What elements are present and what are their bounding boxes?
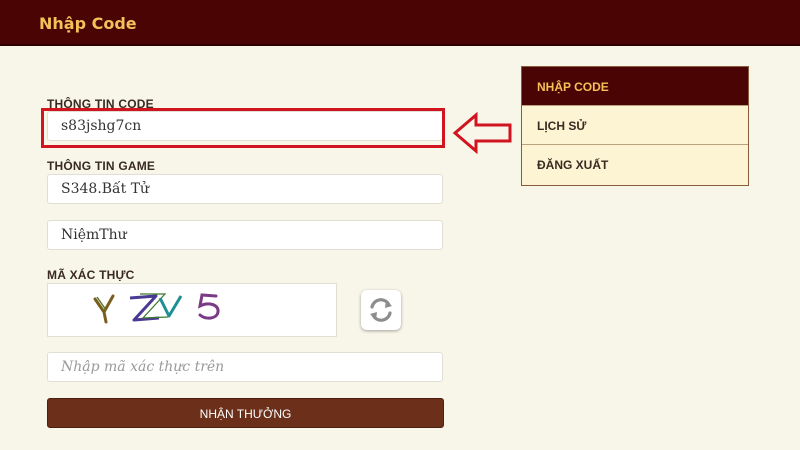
menu-item-nhap-code[interactable]: NHẬP CODE: [522, 67, 748, 106]
menu-item-label: LỊCH SỬ: [537, 119, 587, 133]
menu-item-lich-su[interactable]: LỊCH SỬ: [522, 106, 748, 145]
character-field[interactable]: NiệmThư: [47, 220, 443, 250]
highlight-box: [41, 108, 445, 148]
captcha-input[interactable]: [48, 353, 442, 381]
game-label: THÔNG TIN GAME: [47, 159, 156, 173]
refresh-captcha-button[interactable]: [361, 290, 401, 330]
left-arrow-icon: [452, 112, 512, 154]
refresh-icon: [370, 298, 392, 322]
captcha-input-field[interactable]: [47, 352, 443, 382]
menu-item-label: NHẬP CODE: [537, 80, 609, 94]
submit-button[interactable]: NHẬN THƯỞNG: [47, 398, 444, 428]
page-title: Nhập Code: [39, 14, 137, 33]
menu-item-label: ĐĂNG XUẤT: [537, 158, 609, 172]
server-value: S348.Bất Tử: [61, 181, 150, 197]
server-field[interactable]: S348.Bất Tử: [47, 174, 443, 204]
captcha-image: [47, 283, 337, 337]
captcha-glyphs: [93, 293, 220, 324]
captcha-label: MÃ XÁC THỰC: [47, 268, 135, 282]
character-value: NiệmThư: [61, 227, 127, 243]
top-bar: Nhập Code: [0, 0, 800, 46]
menu-item-dang-xuat[interactable]: ĐĂNG XUẤT: [522, 145, 748, 184]
side-menu: NHẬP CODE LỊCH SỬ ĐĂNG XUẤT: [521, 66, 749, 186]
